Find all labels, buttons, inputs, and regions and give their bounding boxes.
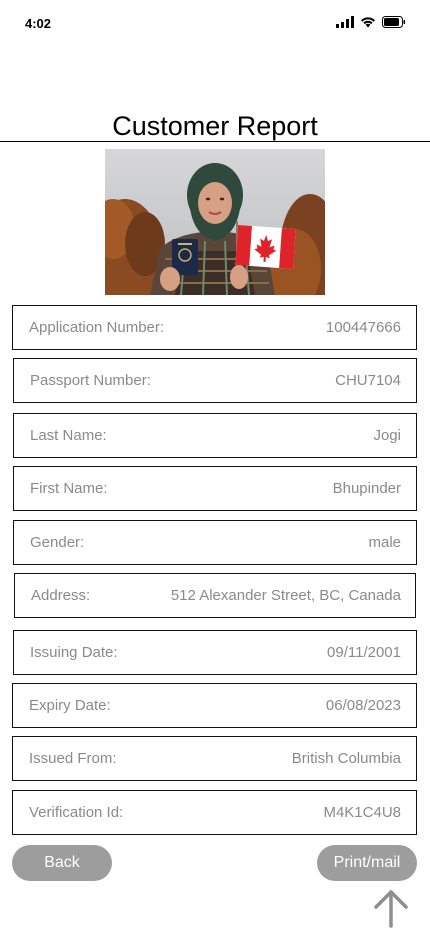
verification-id-field: Verification Id: M4K1C4U8 bbox=[12, 790, 417, 835]
field-value: M4K1C4U8 bbox=[323, 804, 401, 821]
field-label: Gender: bbox=[30, 534, 85, 551]
status-bar: 4:02 bbox=[0, 0, 430, 46]
expiry-date-field: Expiry Date: 06/08/2023 bbox=[12, 683, 417, 728]
status-time: 4:02 bbox=[25, 16, 52, 31]
address-field: Address: 512 Alexander Street, BC, Canad… bbox=[14, 573, 416, 618]
field-value: 09/11/2001 bbox=[327, 644, 401, 661]
page-title: Customer Report bbox=[112, 111, 318, 141]
field-label: Issuing Date: bbox=[30, 644, 118, 661]
wifi-icon bbox=[360, 16, 376, 28]
application-number-field: Application Number: 100447666 bbox=[12, 305, 417, 350]
field-value: British Columbia bbox=[291, 750, 401, 767]
last-name-field: Last Name: Jogi bbox=[13, 413, 417, 458]
field-label: Verification Id: bbox=[29, 804, 124, 821]
passport-number-field: Passport Number: CHU7104 bbox=[13, 358, 417, 403]
issuing-date-field: Issuing Date: 09/11/2001 bbox=[13, 630, 417, 675]
field-label: Issued From: bbox=[29, 750, 117, 767]
field-value: Bhupinder bbox=[332, 480, 401, 497]
field-label: Expiry Date: bbox=[29, 697, 111, 714]
field-value: CHU7104 bbox=[335, 372, 401, 389]
field-label: Passport Number: bbox=[30, 372, 151, 389]
back-button[interactable]: Back bbox=[12, 845, 112, 881]
field-label: First Name: bbox=[30, 480, 108, 497]
field-value: 06/08/2023 bbox=[325, 697, 401, 714]
print-mail-button[interactable]: Print/mail bbox=[317, 845, 417, 881]
field-value: Jogi bbox=[373, 427, 401, 444]
signal-icon bbox=[336, 16, 354, 28]
field-value: male bbox=[368, 534, 401, 551]
battery-icon bbox=[382, 16, 406, 28]
first-name-field: First Name: Bhupinder bbox=[13, 466, 417, 511]
field-label: Application Number: bbox=[29, 319, 165, 336]
field-label: Last Name: bbox=[30, 427, 107, 444]
issued-from-field: Issued From: British Columbia bbox=[12, 736, 417, 781]
arrow-up-icon[interactable] bbox=[372, 888, 410, 928]
traveler-photo bbox=[105, 149, 325, 295]
title-divider bbox=[0, 141, 430, 142]
field-label: Address: bbox=[31, 587, 91, 604]
field-value: 100447666 bbox=[325, 319, 401, 336]
status-icons bbox=[336, 15, 406, 29]
field-value: 512 Alexander Street, BC, Canada bbox=[170, 587, 401, 604]
gender-field: Gender: male bbox=[13, 520, 417, 565]
